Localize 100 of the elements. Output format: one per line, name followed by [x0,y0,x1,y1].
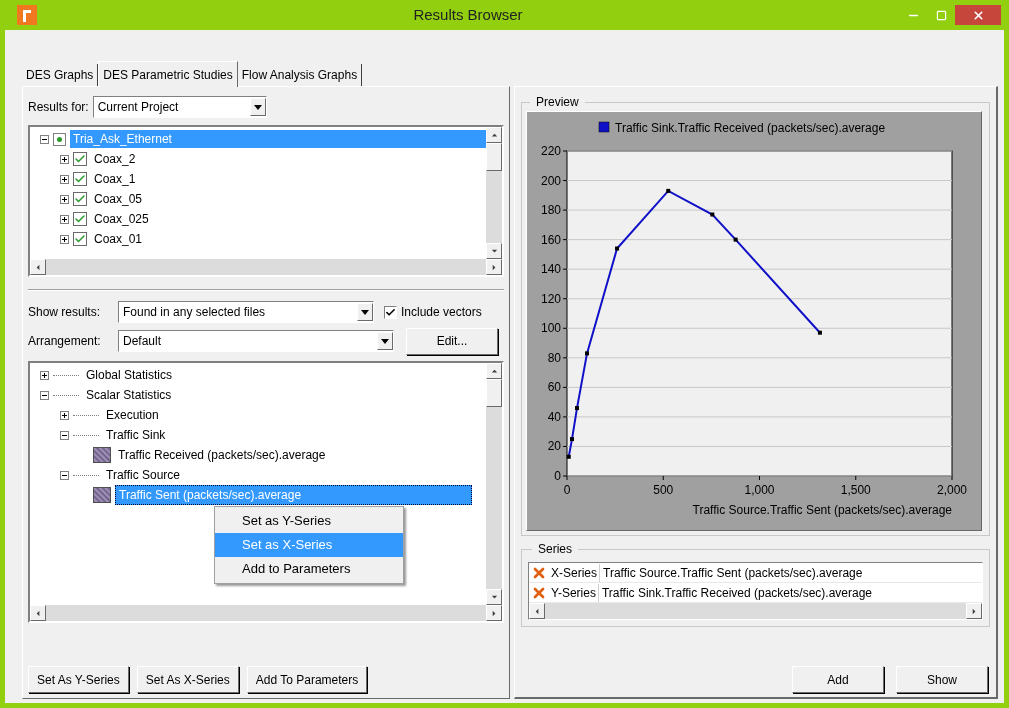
y-tick: 40 [547,409,953,424]
series-name: Traffic Sink.Traffic Received (packets/sec).average [600,584,874,602]
checkbox[interactable] [73,172,87,186]
collapse-icon[interactable] [60,430,69,440]
expand-icon[interactable] [60,174,69,184]
x-tick-label: 2,000 [936,483,968,497]
scroll-arrow-button[interactable] [486,589,502,605]
x-tick-label: 1,500 [840,483,872,497]
series-type: X-Series [549,563,600,582]
tab[interactable]: DES Parametric Studies [98,61,238,87]
scroll-arrow-button[interactable] [30,259,46,275]
y-tick: 60 [547,380,953,395]
tree-item[interactable]: Traffic Sink [103,426,169,444]
push-button[interactable]: Set As X-Series [136,666,239,693]
y-tick-label: 160 [540,232,562,247]
field-label: Arrangement: [28,333,102,350]
tree-item[interactable]: Traffic Received (packets/sec).average [115,446,329,464]
scroll-arrow-button[interactable] [30,605,46,621]
push-button[interactable]: Edit... [406,327,498,355]
scrollbar-thumb[interactable] [486,143,502,171]
dropdown-field[interactable]: Current Project [92,96,267,118]
scroll-arrow-button[interactable] [966,603,982,619]
tree-item[interactable]: Coax_1 [91,170,139,188]
y-tick-label: 80 [547,350,562,365]
x-tick-label: 1,000 [744,483,775,497]
scroll-arrow-button[interactable] [486,605,502,621]
y-tick-label: 0 [554,469,562,483]
checkbox[interactable] [384,305,397,319]
chart-legend: Traffic Sink.Traffic Received (packets/sec).average [598,121,886,135]
y-tick-label: 40 [547,409,562,424]
tree-item[interactable]: Coax_05 [91,190,146,208]
data-point [733,237,738,242]
y-tick: 180 [540,203,953,218]
menu-item[interactable]: Add to Parameters [215,557,403,581]
dropdown-field[interactable]: Default [118,330,394,352]
check-icon [74,213,86,225]
close-button[interactable] [955,5,1001,25]
expand-icon[interactable] [60,410,69,420]
statistic-icon [93,487,111,503]
check-icon [74,153,86,165]
collapse-icon[interactable] [60,470,69,480]
tab[interactable]: Flow Analysis Graphs [237,64,363,86]
scrollbar-thumb[interactable] [486,379,502,407]
check-icon [385,306,396,318]
tree-item[interactable]: Scalar Statistics [83,386,175,404]
scroll-arrow-button[interactable] [486,363,502,379]
data-point [666,188,671,193]
scroll-arrow-button[interactable] [486,259,502,275]
scroll-arrow-button[interactable] [486,127,502,143]
push-button[interactable]: Add To Parameters [246,666,368,693]
expand-icon[interactable] [60,234,69,244]
tree-item[interactable]: Coax_2 [91,150,139,168]
y-tick-label: 180 [540,203,562,218]
y-tick: 200 [540,173,953,188]
collapse-icon[interactable] [40,134,49,144]
push-button[interactable]: Add [792,666,884,693]
data-point [566,454,571,459]
scroll-arrow-button[interactable] [529,603,545,619]
y-tick: 220 [540,144,953,158]
tree-item[interactable]: Execution [103,406,162,424]
expand-icon[interactable] [60,194,69,204]
y-tick: 100 [540,321,953,336]
close-icon [971,8,985,22]
checkbox[interactable] [73,192,87,206]
tree-item[interactable]: Coax_025 [91,210,152,228]
expand-icon[interactable] [40,370,49,380]
checkbox[interactable] [73,152,87,166]
check-icon [74,173,86,185]
dropdown-field[interactable]: Found in any selected files [118,301,374,323]
y-tick-label: 120 [540,291,562,306]
checkbox[interactable] [73,212,87,226]
expand-icon[interactable] [60,214,69,224]
y-tick-label: 20 [547,439,562,454]
push-button[interactable]: Set As Y-Series [28,666,129,693]
y-tick: 160 [540,232,953,247]
app-logo-icon [17,5,37,25]
group-title: Preview [535,94,580,111]
push-button[interactable]: Show [896,666,988,693]
caret-icon [253,104,262,110]
maximize-icon [935,9,947,21]
data-point [817,330,822,335]
field-label: Show results: [28,304,102,321]
y-tick-label: 220 [540,144,562,158]
tree-item[interactable]: Coax_01 [91,230,146,248]
check-icon [74,193,86,205]
data-point [710,212,715,217]
series-type: Y-Series [549,583,599,602]
group-title: Series [537,541,573,558]
checkbox[interactable] [73,232,87,246]
data-point [575,406,579,411]
collapse-icon[interactable] [40,390,49,400]
tree-item[interactable]: Global Statistics [83,366,176,384]
scroll-arrow-button[interactable] [486,243,502,259]
expand-icon[interactable] [60,154,69,164]
tree-item[interactable]: Traffic Source [103,466,184,484]
x-tick-label: 0 [563,483,571,497]
radio-icon[interactable] [53,132,66,146]
data-point [615,246,620,251]
y-tick: 20 [547,439,953,454]
menu-item[interactable]: Set as Y-Series [215,509,403,533]
